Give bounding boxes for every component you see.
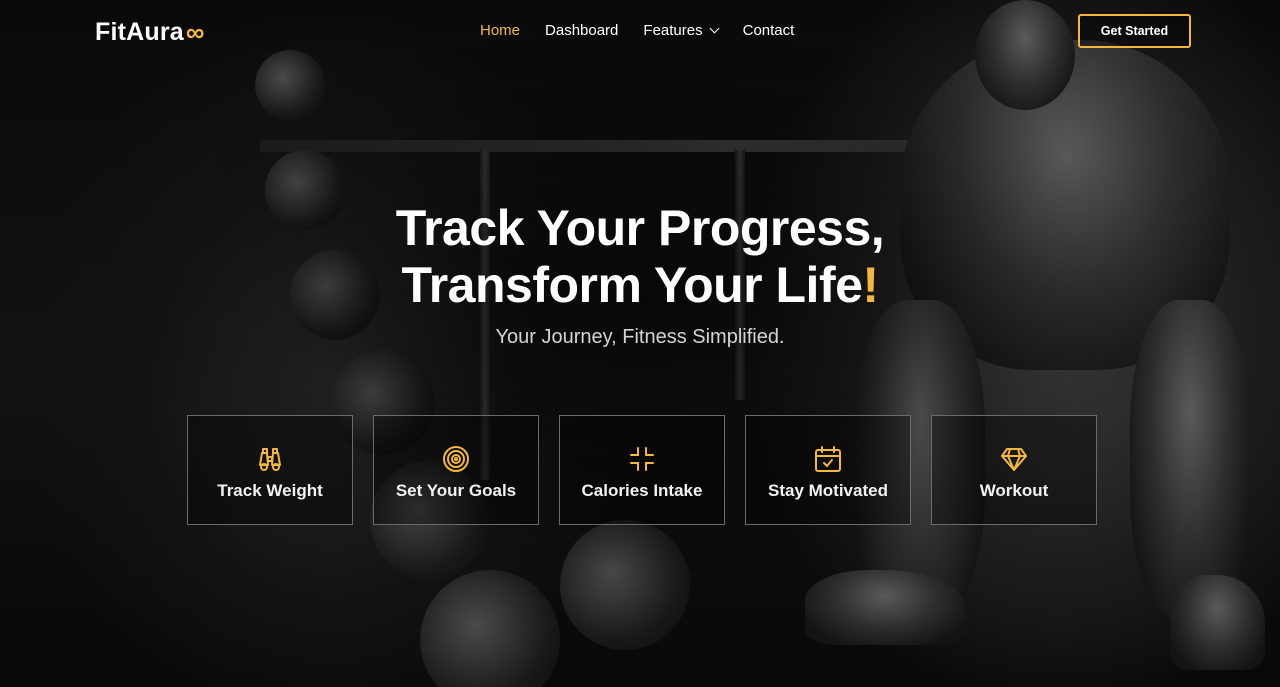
feature-label: Calories Intake [581, 481, 703, 500]
feature-label: Workout [979, 481, 1049, 500]
feature-card-calories-intake[interactable]: Calories Intake [559, 415, 725, 525]
headline-line-1: Track Your Progress, [395, 200, 885, 256]
compress-arrows-icon [630, 447, 654, 471]
feature-label: Track Weight [217, 481, 323, 500]
feature-label: Set Your Goals [395, 481, 517, 500]
feature-cards: Track Weight Set Your Goals Calories Int… [187, 415, 1097, 525]
logo[interactable]: FitAura ∞ [95, 17, 205, 48]
brand-name: FitAura [95, 18, 184, 46]
headline-line-2: Transform Your Life [401, 257, 863, 313]
hero-headline: Track Your Progress, Transform Your Life… [0, 200, 1280, 314]
navbar: FitAura ∞ Home Dashboard Features Contact… [0, 0, 1280, 62]
binoculars-icon [259, 448, 281, 471]
hero-subtitle: Your Journey, Fitness Simplified. [495, 326, 785, 348]
chevron-down-icon [709, 23, 720, 34]
headline-accent: ! [862, 257, 879, 313]
feature-card-stay-motivated[interactable]: Stay Motivated [745, 415, 911, 525]
feature-label: Stay Motivated [768, 481, 888, 500]
target-icon [443, 446, 469, 472]
nav-link-features[interactable]: Features [643, 22, 720, 39]
nav-link-contact[interactable]: Contact [743, 22, 795, 39]
get-started-button[interactable]: Get Started [1078, 14, 1191, 48]
calendar-check-icon [815, 446, 841, 472]
feature-card-set-goals[interactable]: Set Your Goals [373, 415, 539, 525]
nav-link-dashboard[interactable]: Dashboard [545, 22, 618, 39]
nav-link-features-label: Features [643, 22, 703, 39]
feature-card-workout[interactable]: Workout [931, 415, 1097, 525]
feature-card-track-weight[interactable]: Track Weight [187, 415, 353, 525]
infinity-icon: ∞ [185, 17, 205, 47]
nav-links: Home Dashboard Features Contact [480, 22, 794, 39]
diamond-icon [1001, 448, 1027, 471]
nav-link-home[interactable]: Home [480, 22, 520, 39]
